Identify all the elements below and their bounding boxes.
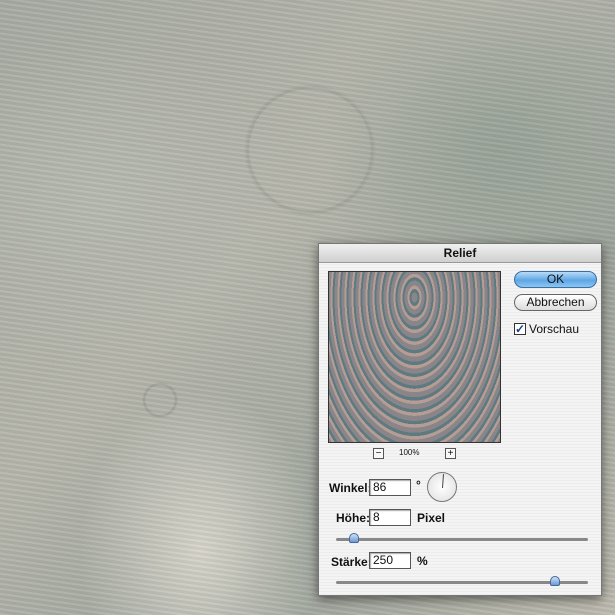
amount-unit: % [417, 554, 428, 568]
angle-input[interactable]: 86 [369, 479, 411, 496]
relief-dialog: Relief − 100% + OK Abbrechen ✓ Vorschau … [318, 243, 602, 596]
height-label: Höhe: [336, 511, 370, 525]
ok-button[interactable]: OK [514, 271, 597, 288]
amount-label: Stärke: [331, 555, 372, 569]
preview-label: Vorschau [529, 322, 580, 336]
angle-unit: ° [416, 478, 421, 492]
zoom-in-button[interactable]: + [445, 448, 456, 459]
cancel-button[interactable]: Abbrechen [514, 294, 597, 311]
filter-preview[interactable] [328, 271, 501, 443]
checkmark-icon[interactable]: ✓ [514, 323, 526, 335]
height-input[interactable]: 8 [369, 509, 411, 526]
amount-input[interactable]: 250 [369, 552, 411, 569]
amount-slider-thumb[interactable] [550, 576, 561, 586]
height-slider-thumb[interactable] [348, 533, 359, 543]
zoom-out-button[interactable]: − [373, 448, 384, 459]
zoom-level: 100% [399, 448, 420, 457]
angle-label: Winkel: [329, 481, 372, 495]
dialog-title: Relief [319, 244, 601, 263]
dial-needle [442, 473, 444, 489]
height-unit: Pixel [417, 511, 446, 525]
angle-dial[interactable] [427, 472, 457, 502]
amount-slider[interactable] [336, 576, 588, 586]
preview-checkbox[interactable]: ✓ Vorschau [514, 322, 579, 336]
height-slider[interactable] [336, 533, 588, 543]
